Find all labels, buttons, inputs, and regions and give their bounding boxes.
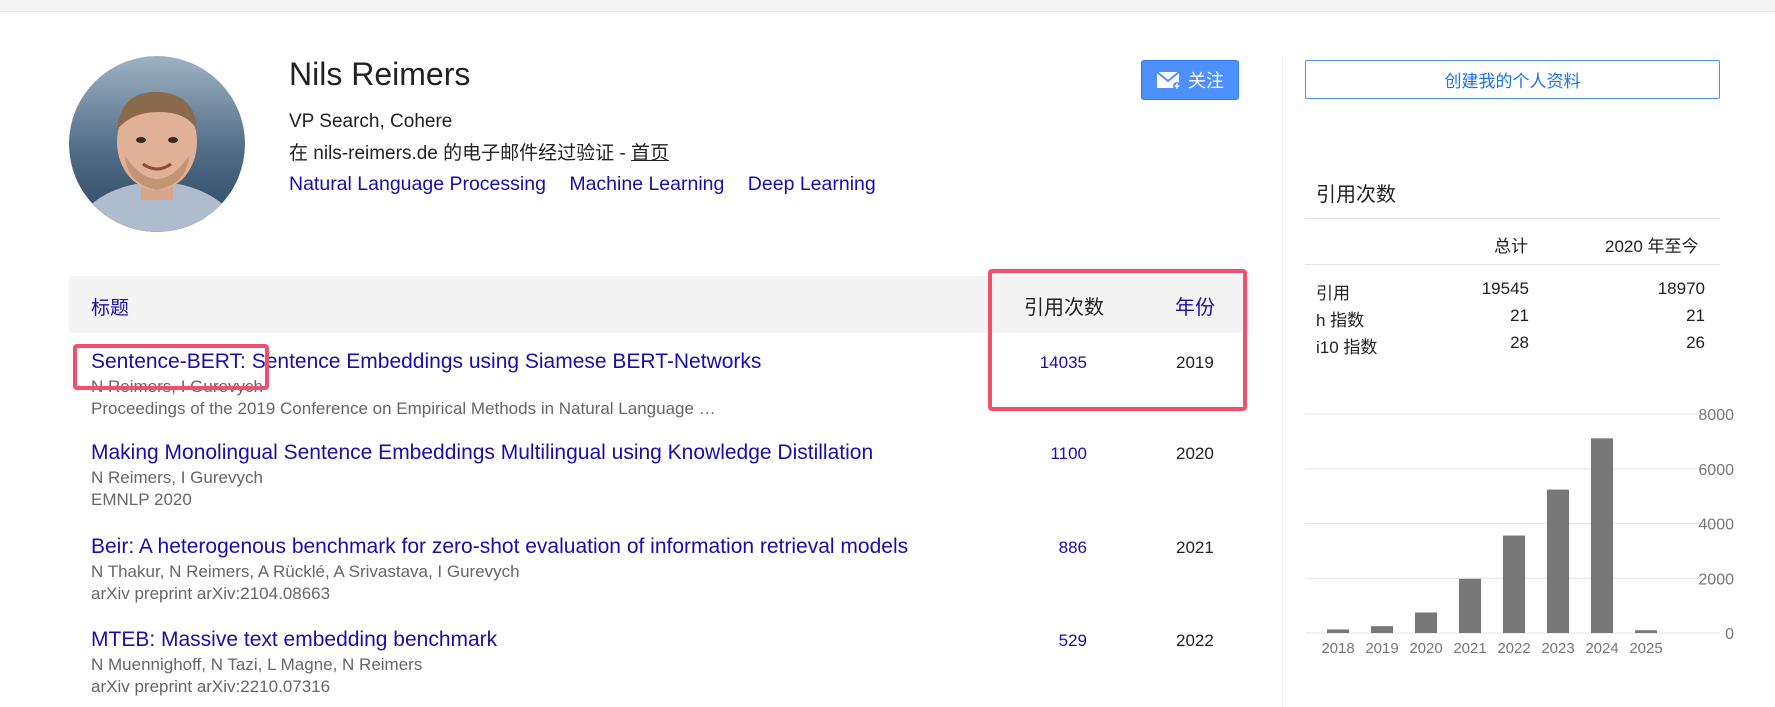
top-bar [0,0,1775,12]
stat-total: 21 [1510,306,1529,325]
interest-link-dl[interactable]: Deep Learning [748,173,876,195]
paper-title-link[interactable]: Beir: A heterogenous benchmark for zero-… [91,535,908,559]
follow-button[interactable]: 关注 [1141,60,1239,100]
chart-y-tick-label: 6000 [1698,462,1734,479]
interest-link-nlp[interactable]: Natural Language Processing [289,173,546,195]
citations-section-title: 引用次数 [1316,184,1396,206]
col-header-since: 2020 年至今 [1605,237,1699,256]
chart-x-tick-label: 2023 [1541,640,1574,657]
chart-bar-2018[interactable] [1327,629,1349,633]
research-interests: Natural Language Processing Machine Lear… [289,173,894,196]
chart-bar-2023[interactable] [1547,489,1569,633]
chart-x-tick-label: 2025 [1629,640,1662,657]
paper-title-link[interactable]: Making Monolingual Sentence Embeddings M… [91,441,873,465]
chart-x-tick-label: 2021 [1453,640,1486,657]
chart-y-tick-label: 2000 [1698,571,1734,588]
stat-label: h 指数 [1316,311,1365,330]
email-verification: 在 nils-reimers.de 的电子邮件经过验证 - 首页 [289,138,669,165]
sidebar-divider [1305,218,1720,219]
stat-total: 28 [1510,333,1529,352]
chart-bar-2021[interactable] [1459,578,1481,633]
paper-authors: N Thakur, N Reimers, A Rücklé, A Srivast… [91,562,520,581]
chart-bar-2024[interactable] [1591,438,1613,633]
avatar [69,56,245,232]
chart-y-tick-label: 0 [1725,626,1734,643]
citation-count-link[interactable]: 529 [1059,631,1087,651]
paper-venue: arXiv preprint arXiv:2210.07316 [91,677,331,696]
sort-by-title[interactable]: 标题 [91,293,129,320]
stat-since: 18970 [1657,279,1705,298]
chart-bar-2025[interactable] [1635,630,1657,633]
citations-per-year-chart: 8000 6000 4000 2000 0 2018 2019 2020 2021 2022 202… [1305,407,1734,657]
chart-x-tick-label: 2018 [1321,640,1354,657]
chart-y-tick-label: 4000 [1698,517,1734,534]
homepage-link[interactable]: 首页 [631,143,669,164]
follow-label: 关注 [1188,71,1224,91]
interest-link-ml[interactable]: Machine Learning [569,173,724,195]
paper-title-link[interactable]: MTEB: Massive text embedding benchmark [91,628,497,652]
affiliation: VP Search, Cohere [289,111,453,132]
chart-x-tick-label: 2020 [1409,640,1442,657]
stat-label: 引用 [1316,284,1350,303]
profile-name: Nils Reimers [289,56,471,92]
create-profile-button[interactable]: 创建我的个人资料 [1305,60,1720,99]
paper-authors: N Muennighoff, N Tazi, L Magne, N Reimer… [91,655,423,674]
col-header-total: 总计 [1494,237,1528,256]
paper-year: 2021 [1176,538,1214,557]
chart-bar-2022[interactable] [1503,535,1525,633]
chart-x-tick-label: 2019 [1365,640,1398,657]
paper-venue: arXiv preprint arXiv:2104.08663 [91,584,331,603]
chart-y-tick-label: 8000 [1698,407,1734,424]
stat-total: 19545 [1481,279,1529,298]
paper-venue: EMNLP 2020 [91,490,192,509]
paper-year: 2020 [1176,444,1214,463]
paper-year: 2022 [1176,631,1214,650]
chart-x-tick-label: 2024 [1585,640,1618,657]
stat-since: 21 [1686,306,1705,325]
citation-count-link[interactable]: 1100 [1050,444,1087,464]
chart-x-tick-label: 2022 [1497,640,1530,657]
highlight-box-citations-year [988,269,1247,411]
mail-follow-icon [1156,71,1181,90]
paper-authors: N Reimers, I Gurevych [91,468,263,487]
chart-bar-2019[interactable] [1371,626,1393,633]
citation-count-link[interactable]: 886 [1059,538,1087,558]
stat-label: i10 指数 [1316,338,1378,357]
paper-venue: Proceedings of the 2019 Conference on Em… [91,399,716,418]
chart-bar-2020[interactable] [1415,612,1437,633]
column-divider [1282,56,1283,707]
email-text: 在 nils-reimers.de 的电子邮件经过验证 - [289,143,632,164]
sidebar-divider [1305,264,1720,265]
highlight-box-sentence-bert [73,344,269,390]
stat-since: 26 [1686,333,1705,352]
